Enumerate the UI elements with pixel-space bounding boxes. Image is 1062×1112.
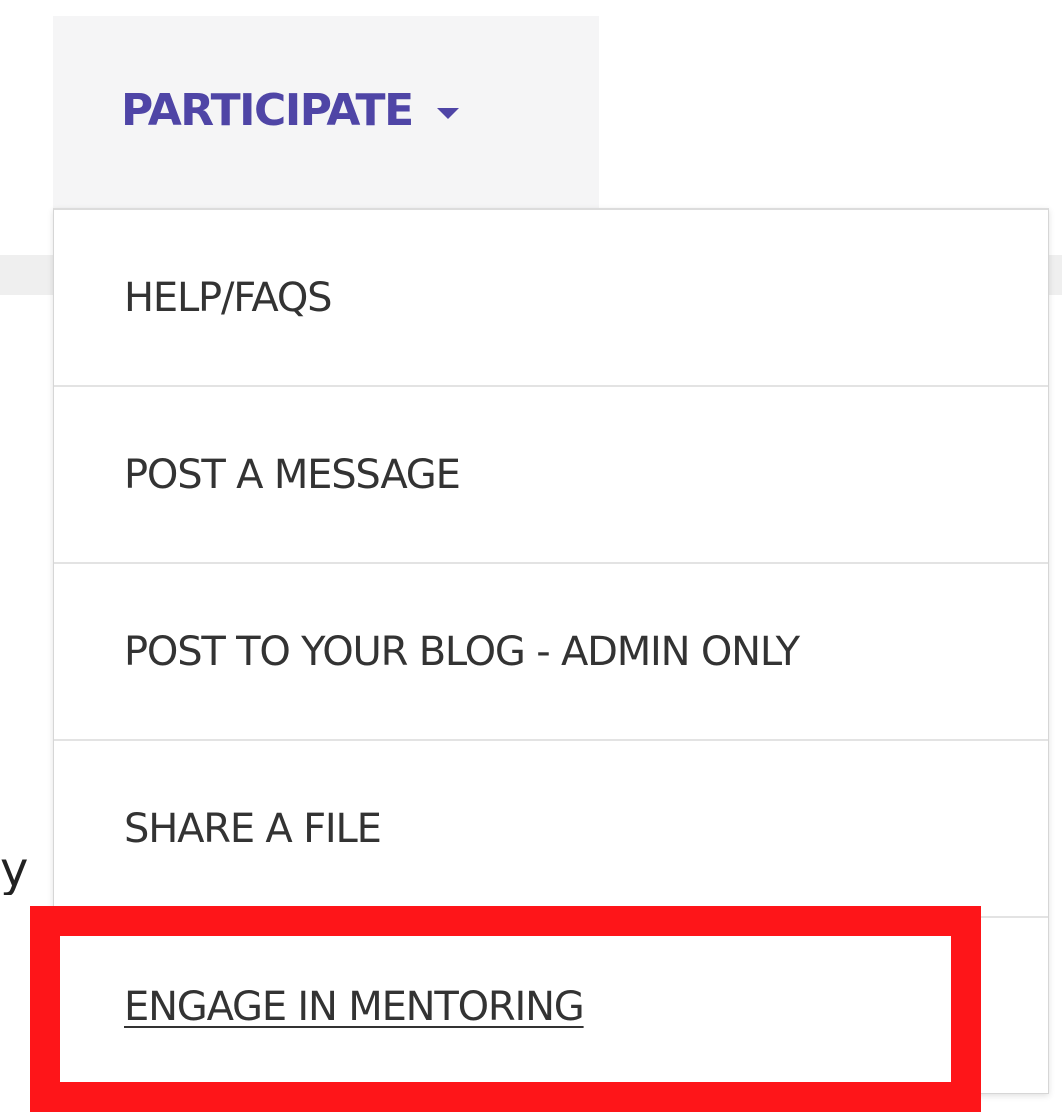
menu-item-label: SHARE A FILE [124,805,382,852]
menu-item-label: POST A MESSAGE [124,451,461,498]
menu-item-label: HELP/FAQS [124,274,333,321]
caret-down-icon [436,107,459,119]
nav-tab-participate[interactable]: PARTICIPATE [53,16,599,208]
participate-dropdown-menu: HELP/FAQS POST A MESSAGE POST TO YOUR BL… [53,208,1049,1094]
menu-item-share-a-file[interactable]: SHARE A FILE [54,741,1048,918]
menu-item-label: POST TO YOUR BLOG - ADMIN ONLY [124,628,800,675]
menu-item-post-a-message[interactable]: POST A MESSAGE [54,387,1048,564]
nav-tab-label: PARTICIPATE [121,84,414,136]
page-text-fragment: y [0,845,29,895]
menu-item-help-faqs[interactable]: HELP/FAQS [54,210,1048,387]
menu-item-post-to-your-blog[interactable]: POST TO YOUR BLOG - ADMIN ONLY [54,564,1048,741]
menu-item-engage-in-mentoring[interactable]: ENGAGE IN MENTORING [54,918,1048,1095]
menu-item-label: ENGAGE IN MENTORING [124,983,585,1030]
